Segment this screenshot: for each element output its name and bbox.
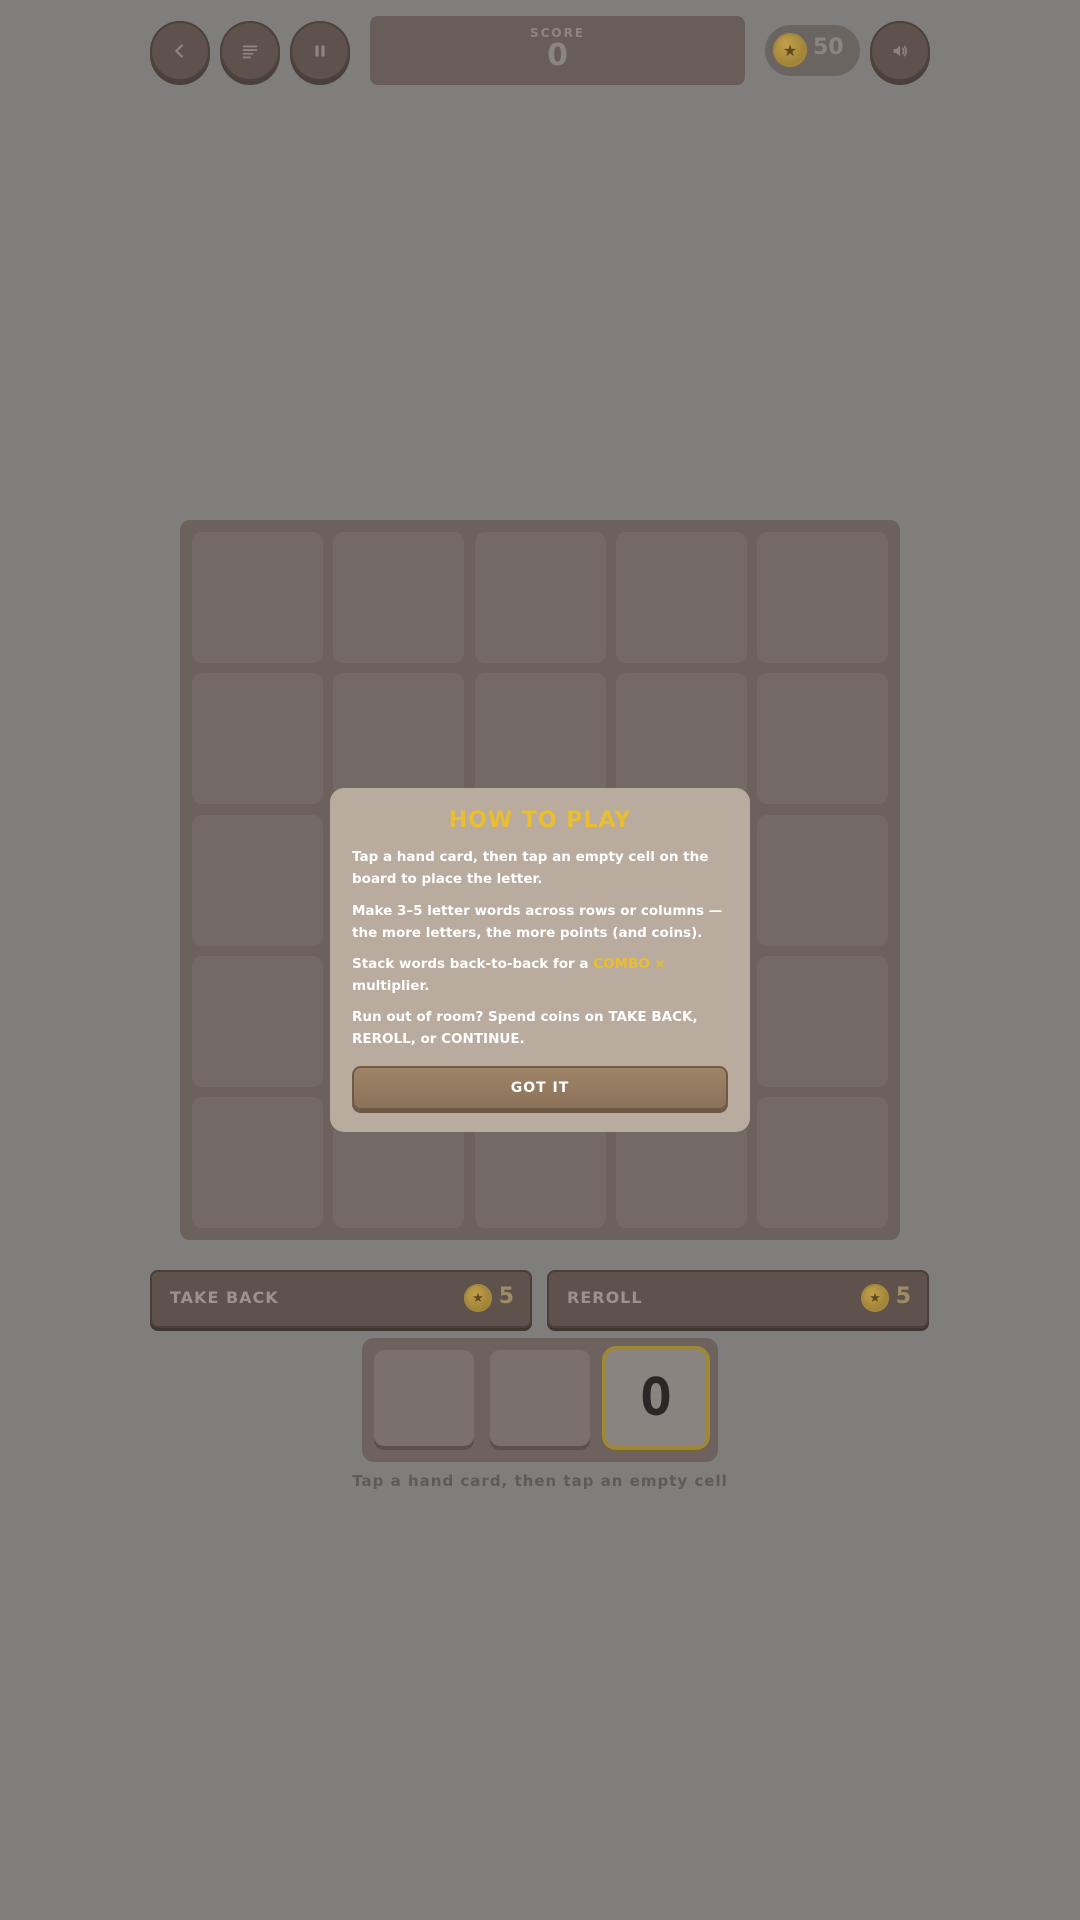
board-cell[interactable] bbox=[192, 1097, 323, 1228]
list-icon bbox=[242, 45, 258, 59]
board-cell[interactable] bbox=[757, 955, 888, 1087]
board-cell[interactable] bbox=[757, 532, 888, 663]
hand-card-letter: O bbox=[640, 1368, 672, 1428]
board-cell[interactable] bbox=[333, 673, 465, 805]
score-value: 0 bbox=[547, 38, 568, 73]
board-cell[interactable] bbox=[192, 673, 323, 805]
board-cell[interactable] bbox=[474, 532, 606, 663]
hint-text: Tap a hand card, then tap an empty cell bbox=[352, 1472, 728, 1490]
hand-card[interactable] bbox=[374, 1350, 474, 1446]
reroll-button[interactable]: REROLL ★ 5 bbox=[547, 1270, 929, 1328]
game-screen: SCORE 0 ★ 50 TAKE BACK ★ 5 REROLL ★ 5 O bbox=[0, 0, 1080, 1920]
hand-card-selected[interactable]: O bbox=[606, 1350, 706, 1446]
board-cell[interactable] bbox=[474, 673, 606, 805]
reroll-label: REROLL bbox=[567, 1288, 643, 1307]
board-cell[interactable] bbox=[192, 814, 323, 946]
coin-balance: ★ 50 bbox=[765, 25, 860, 76]
how-to-play-modal: HOW TO PLAY Tap a hand card, then tap an… bbox=[330, 788, 750, 1132]
got-it-button[interactable]: GOT IT bbox=[352, 1066, 728, 1110]
pause-button[interactable] bbox=[290, 21, 350, 81]
board-cell[interactable] bbox=[192, 532, 323, 663]
board-cell[interactable] bbox=[615, 532, 747, 663]
modal-title: HOW TO PLAY bbox=[448, 808, 632, 833]
modal-text: Stack words back-to-back for a bbox=[352, 956, 594, 972]
take-back-button[interactable]: TAKE BACK ★ 5 bbox=[150, 1270, 532, 1328]
modal-instruction-2: Make 3–5 letter words across rows or col… bbox=[352, 903, 723, 941]
board-cell[interactable] bbox=[192, 955, 323, 1087]
board-cell[interactable] bbox=[333, 532, 465, 663]
coin-icon: ★ bbox=[464, 1284, 492, 1312]
modal-text: multiplier. bbox=[352, 978, 430, 994]
modal-instruction-1: Tap a hand card, then tap an empty cell … bbox=[352, 849, 709, 887]
board-cell[interactable] bbox=[757, 1097, 888, 1228]
hand-card[interactable] bbox=[490, 1350, 590, 1446]
coin-icon: ★ bbox=[861, 1284, 889, 1312]
board-cell[interactable] bbox=[615, 673, 747, 805]
reroll-cost: 5 bbox=[895, 1284, 911, 1309]
sound-icon bbox=[893, 45, 908, 57]
board-cell[interactable] bbox=[757, 673, 888, 805]
score-panel: SCORE 0 bbox=[370, 16, 745, 85]
back-icon bbox=[175, 44, 183, 58]
take-back-cost: 5 bbox=[498, 1284, 514, 1309]
hand-tray: O bbox=[362, 1338, 718, 1462]
sound-button[interactable] bbox=[870, 21, 930, 81]
pause-icon bbox=[315, 45, 325, 57]
menu-button[interactable] bbox=[220, 21, 280, 81]
take-back-label: TAKE BACK bbox=[170, 1288, 279, 1307]
back-button[interactable] bbox=[150, 21, 210, 81]
coin-count: 50 bbox=[813, 35, 844, 60]
coin-icon: ★ bbox=[773, 33, 807, 67]
modal-instruction-4: Run out of room? Spend coins on TAKE BAC… bbox=[352, 1009, 698, 1047]
combo-highlight: COMBO × bbox=[593, 956, 666, 972]
board-cell[interactable] bbox=[757, 814, 888, 946]
modal-instruction-3: Stack words back-to-back for a COMBO × m… bbox=[352, 953, 732, 997]
